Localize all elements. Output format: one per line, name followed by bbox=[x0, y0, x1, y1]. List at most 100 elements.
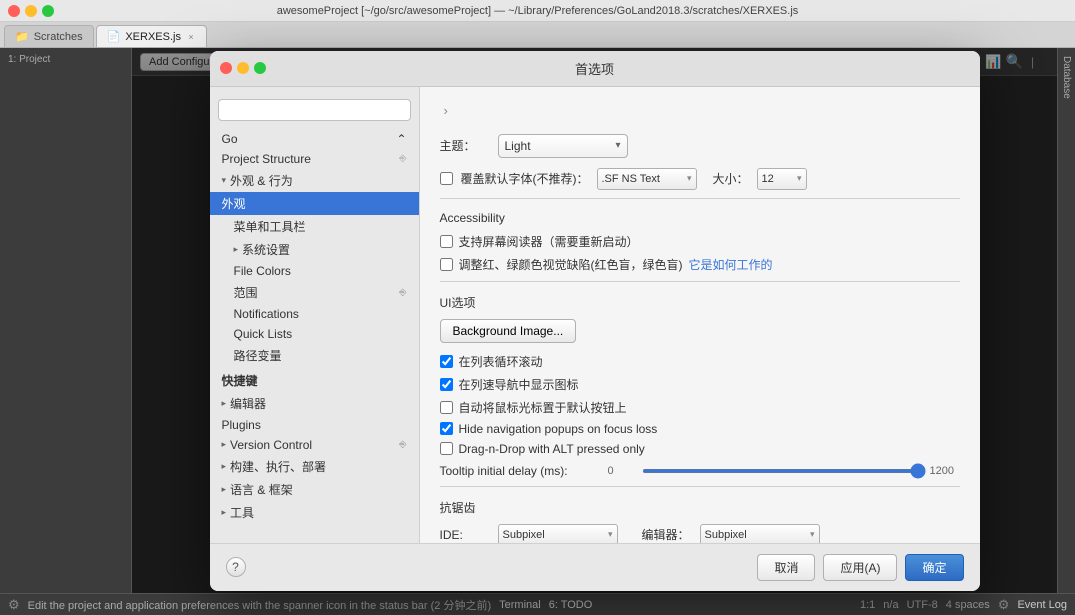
modal-minimize-button[interactable] bbox=[237, 62, 249, 74]
drag-drop-checkbox[interactable] bbox=[440, 442, 453, 455]
hide-nav-checkbox[interactable] bbox=[440, 422, 453, 435]
cursor-position[interactable]: 1:1 bbox=[860, 599, 875, 611]
sidebar-item-build-exec[interactable]: ▸ 构建、执行、部署 bbox=[210, 455, 419, 478]
event-log-label[interactable]: Event Log bbox=[1017, 599, 1067, 611]
size-dropdown-arrow: ▾ bbox=[797, 173, 802, 184]
cycle-scrolling-checkbox[interactable] bbox=[440, 355, 453, 368]
indent-label[interactable]: 4 spaces bbox=[946, 599, 990, 611]
tab-xerxes[interactable]: 📄 XERXES.js × bbox=[96, 25, 207, 47]
apply-button[interactable]: 应用(A) bbox=[823, 554, 897, 581]
status-spanner-icon: ⚙ bbox=[8, 597, 20, 613]
font-override-checkbox[interactable] bbox=[440, 172, 453, 185]
expand-arrow-icon: ▾ bbox=[222, 175, 227, 186]
mouse-default-checkbox[interactable] bbox=[440, 401, 453, 414]
settings-icon[interactable]: ⚙ bbox=[998, 597, 1010, 613]
sidebar-item-version-control[interactable]: ▸ Version Control ⎆ bbox=[210, 435, 419, 455]
size-label: 大小： bbox=[713, 170, 749, 187]
maximize-button[interactable] bbox=[42, 5, 54, 17]
color-blindness-label: 调整红、绿颜色视觉缺陷(红色盲，绿色盲) bbox=[459, 256, 683, 273]
sidebar-item-plugins[interactable]: Plugins bbox=[210, 415, 419, 435]
modal-sidebar: Go ⌃ Project Structure ⎆ ▾ 外观 & 行为 bbox=[210, 87, 420, 543]
sidebar-item-path-variables[interactable]: 路径变量 bbox=[210, 344, 419, 367]
modal-maximize-button[interactable] bbox=[254, 62, 266, 74]
divider-2 bbox=[440, 281, 960, 282]
preferences-modal: 首选项 Go ⌃ Project Structure ⎆ bbox=[210, 51, 980, 591]
tab-scratches[interactable]: 📁 Scratches bbox=[4, 25, 94, 47]
editor-arrow: ▸ bbox=[222, 398, 227, 409]
tooltip-slider[interactable] bbox=[642, 469, 926, 473]
todo-label[interactable]: 6: TODO bbox=[549, 599, 593, 611]
show-icons-checkbox[interactable] bbox=[440, 378, 453, 391]
cancel-button[interactable]: 取消 bbox=[757, 554, 815, 581]
encoding-label[interactable]: UTF-8 bbox=[907, 599, 938, 611]
title-bar: awesomeProject [~/go/src/awesomeProject]… bbox=[0, 0, 1075, 22]
font-dropdown-arrow: ▾ bbox=[687, 173, 692, 184]
modal-close-button[interactable] bbox=[220, 62, 232, 74]
cycle-scrolling-row: 在列表循环滚动 bbox=[440, 353, 960, 370]
mouse-default-label: 自动将鼠标光标置于默认按钮上 bbox=[459, 399, 627, 416]
divider-1 bbox=[440, 198, 960, 199]
sidebar-item-editor[interactable]: ▸ 编辑器 bbox=[210, 392, 419, 415]
tooltip-min-val: 0 bbox=[608, 465, 638, 477]
sidebar-item-file-colors[interactable]: File Colors bbox=[210, 261, 419, 281]
tooltip-max-val: 1200 bbox=[930, 465, 960, 477]
terminal-label[interactable]: Terminal bbox=[499, 599, 541, 611]
font-override-row: 覆盖默认字体(不推荐)： .SF NS Text ▾ 大小： 12 ▾ bbox=[440, 168, 960, 190]
sidebar-item-project-structure[interactable]: Project Structure ⎆ bbox=[210, 149, 419, 169]
sidebar-item-go[interactable]: Go ⌃ bbox=[210, 129, 419, 149]
show-icons-row: 在列速导航中显示图标 bbox=[440, 376, 960, 393]
hide-nav-label: Hide navigation popups on focus loss bbox=[459, 422, 658, 436]
scratches-icon: 📁 bbox=[15, 30, 29, 43]
help-button[interactable]: ? bbox=[226, 557, 246, 577]
sidebar-item-quick-lists[interactable]: Quick Lists bbox=[210, 324, 419, 344]
theme-select[interactable]: Light ▾ bbox=[498, 134, 628, 158]
left-panel: 1: Project bbox=[0, 48, 132, 593]
screen-reader-row: 支持屏幕阅读器（需要重新启动） bbox=[440, 233, 960, 250]
font-select[interactable]: .SF NS Text ▾ bbox=[597, 168, 697, 190]
cycle-scrolling-label: 在列表循环滚动 bbox=[459, 353, 543, 370]
sidebar-item-menus-toolbars[interactable]: 菜单和工具栏 bbox=[210, 215, 419, 238]
size-select[interactable]: 12 ▾ bbox=[757, 168, 807, 190]
background-image-button[interactable]: Background Image... bbox=[440, 319, 577, 343]
modal-footer: ? 取消 应用(A) 确定 bbox=[210, 543, 980, 591]
tooltip-slider-container: 0 1200 bbox=[608, 465, 960, 477]
editor-antialiasing-select[interactable]: Subpixel ▾ bbox=[700, 524, 820, 543]
ide-label: IDE: bbox=[440, 528, 490, 542]
mouse-default-row: 自动将鼠标光标置于默认按钮上 bbox=[440, 399, 960, 416]
modal-title-bar: 首选项 bbox=[210, 51, 980, 87]
breadcrumb-separator: › bbox=[444, 103, 448, 118]
workspace: 1: Project Add Configuration... ▶ ⚙ 🐛 📊 … bbox=[0, 48, 1075, 593]
sidebar-search-input[interactable] bbox=[218, 99, 411, 121]
show-icons-label: 在列速导航中显示图标 bbox=[459, 376, 579, 393]
tab-close-icon[interactable]: × bbox=[186, 32, 196, 42]
sidebar-item-scopes[interactable]: 范围 ⎆ bbox=[210, 281, 419, 304]
screen-reader-label: 支持屏幕阅读器（需要重新启动） bbox=[459, 233, 639, 250]
build-arrow: ▸ bbox=[222, 461, 227, 472]
color-blindness-checkbox[interactable] bbox=[440, 258, 453, 271]
close-button[interactable] bbox=[8, 5, 20, 17]
scopes-ext-icon: ⎆ bbox=[399, 287, 406, 298]
status-bar: ⚙ Edit the project and application prefe… bbox=[0, 593, 1075, 615]
sidebar-item-appearance[interactable]: 外观 bbox=[210, 192, 419, 215]
database-tab[interactable]: Database bbox=[1058, 48, 1075, 107]
divider-3 bbox=[440, 486, 960, 487]
font-override-label: 覆盖默认字体(不推荐)： bbox=[461, 170, 589, 187]
ok-button[interactable]: 确定 bbox=[905, 554, 963, 581]
screen-reader-checkbox[interactable] bbox=[440, 235, 453, 248]
sidebar-item-appearance-behavior[interactable]: ▾ 外观 & 行为 bbox=[210, 169, 419, 192]
ide-antialiasing-select[interactable]: Subpixel ▾ bbox=[498, 524, 618, 543]
sidebar-item-keymap[interactable]: 快捷键 bbox=[210, 369, 419, 392]
sidebar-item-tools[interactable]: ▸ 工具 bbox=[210, 501, 419, 524]
right-panel: Database bbox=[1057, 48, 1075, 593]
go-disclosure-icon: ⌃ bbox=[396, 132, 406, 146]
accessibility-title: Accessibility bbox=[440, 211, 960, 225]
vc-arrow: ▸ bbox=[222, 439, 227, 450]
tooltip-slider-row: Tooltip initial delay (ms): 0 1200 bbox=[440, 464, 960, 478]
minimize-button[interactable] bbox=[25, 5, 37, 17]
sidebar-item-languages[interactable]: ▸ 语言 & 框架 bbox=[210, 478, 419, 501]
sidebar-item-system-settings[interactable]: ▸ 系统设置 bbox=[210, 238, 419, 261]
color-blindness-link[interactable]: 它是如何工作的 bbox=[689, 256, 773, 273]
sidebar-item-notifications[interactable]: Notifications bbox=[210, 304, 419, 324]
ide-dropdown-arrow: ▾ bbox=[608, 529, 613, 540]
vc-ext-icon: ⎆ bbox=[399, 439, 406, 450]
